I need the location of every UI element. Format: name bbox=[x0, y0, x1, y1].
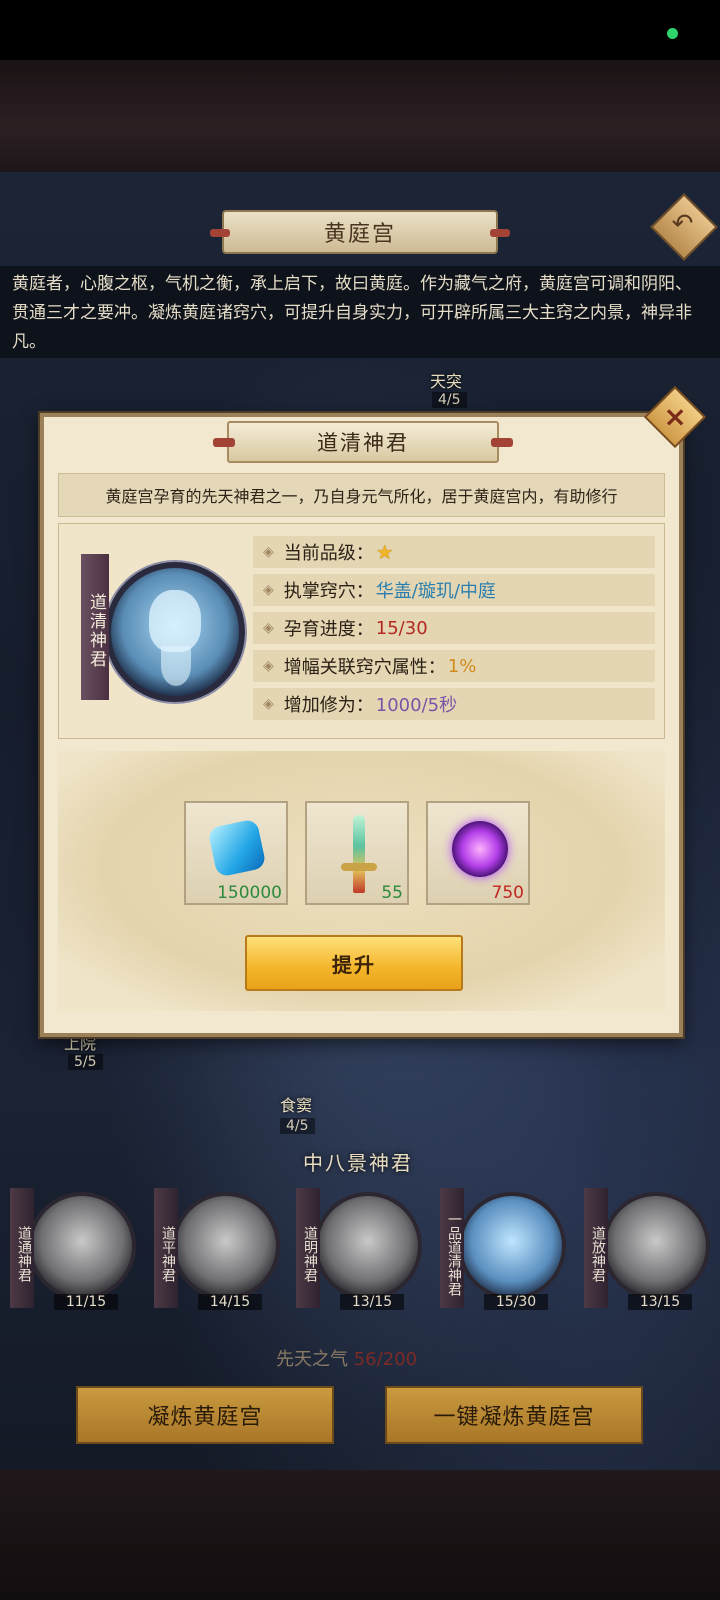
diamond-bullet-icon: ◈ bbox=[263, 620, 274, 636]
sage-portrait bbox=[458, 1192, 566, 1300]
cost-item[interactable]: 55 bbox=[305, 801, 409, 905]
sage-progress: 14/15 bbox=[198, 1294, 262, 1310]
status-bar bbox=[0, 0, 720, 60]
attr-label: 孕育进度： bbox=[283, 619, 374, 640]
qi-label: 先天之气 bbox=[276, 1349, 348, 1370]
diamond-bullet-icon: ◈ bbox=[263, 582, 274, 598]
attr-value: 1000/5秒 bbox=[375, 695, 458, 716]
attr-grade: ◈ 当前品级： ★ bbox=[253, 536, 655, 568]
attr-label: 执掌窍穴： bbox=[283, 581, 374, 602]
cost-amount: 750 bbox=[491, 883, 524, 903]
sage-card-selected[interactable]: 一品道清神君 15/30 bbox=[440, 1188, 568, 1312]
node-count: 5/5 bbox=[68, 1054, 103, 1070]
attr-cultivation: ◈ 增加修为： 1000/5秒 bbox=[253, 688, 655, 720]
blue-gem-icon bbox=[207, 818, 267, 878]
info-panel: 道清神君 ◈ 当前品级： ★ ◈ 执掌窍穴： 华盖/璇玑/中庭 ◈ 孕育进度： … bbox=[58, 523, 665, 739]
attr-label: 当前品级： bbox=[283, 543, 374, 564]
attr-acupoints: ◈ 执掌窍穴： 华盖/璇玑/中庭 bbox=[253, 574, 655, 606]
back-arrow-icon: ↶ bbox=[671, 209, 694, 240]
refine-all-button[interactable]: 一键凝炼黄庭宫 bbox=[385, 1386, 643, 1444]
attr-value: 15/30 bbox=[375, 617, 428, 639]
dialog-intro: 黄庭宫孕育的先天神君之一，乃自身元气所化，居于黄庭宫内，有助修行 bbox=[58, 473, 665, 517]
cost-amount: 150000 bbox=[217, 883, 282, 903]
sage-progress: 11/15 bbox=[54, 1294, 118, 1310]
sage-card[interactable]: 道放神君 13/15 bbox=[584, 1188, 712, 1312]
cost-item[interactable]: 150000 bbox=[184, 801, 288, 905]
sage-progress: 15/30 bbox=[484, 1294, 548, 1310]
sage-name: 道通神君 bbox=[10, 1188, 34, 1308]
diamond-bullet-icon: ◈ bbox=[263, 658, 274, 674]
sage-name: 一品道清神君 bbox=[440, 1188, 464, 1308]
sage-portrait bbox=[105, 562, 245, 702]
sage-card[interactable]: 道通神君 11/15 bbox=[10, 1188, 138, 1312]
sage-card[interactable]: 道平神君 14/15 bbox=[154, 1188, 282, 1312]
sage-detail-dialog: 道清神君 × 黄庭宫孕育的先天神君之一，乃自身元气所化，居于黄庭宫内，有助修行 … bbox=[40, 385, 707, 1037]
sage-name: 道平神君 bbox=[154, 1188, 178, 1308]
node-count: 4/5 bbox=[280, 1118, 315, 1134]
sage-portrait bbox=[28, 1192, 136, 1300]
attr-boost: ◈ 增幅关联窍穴属性： 1% bbox=[253, 650, 655, 682]
refine-button[interactable]: 凝炼黄庭宫 bbox=[76, 1386, 334, 1444]
dialog-title: 道清神君 bbox=[213, 421, 513, 463]
attr-value: 1% bbox=[447, 655, 477, 677]
close-icon: × bbox=[663, 399, 687, 433]
qi-value: 56/200 bbox=[353, 1349, 418, 1370]
cost-amount: 55 bbox=[381, 883, 403, 903]
star-icon: ★ bbox=[375, 540, 394, 564]
sage-name: 道明神君 bbox=[296, 1188, 320, 1308]
purple-orb-icon bbox=[452, 821, 508, 877]
sage-progress: 13/15 bbox=[628, 1294, 692, 1310]
node-count: 4/5 bbox=[432, 392, 467, 408]
sage-progress: 13/15 bbox=[340, 1294, 404, 1310]
node-label[interactable]: 天突 bbox=[430, 368, 462, 392]
status-indicator-dot bbox=[667, 28, 678, 39]
top-decoration bbox=[0, 60, 720, 172]
upgrade-button[interactable]: 提升 bbox=[245, 935, 463, 991]
attr-label: 增加修为： bbox=[283, 695, 374, 716]
sage-portrait bbox=[602, 1192, 710, 1300]
sage-card[interactable]: 道明神君 13/15 bbox=[296, 1188, 424, 1312]
page-description: 黄庭者，心腹之枢，气机之衡，承上启下，故曰黄庭。作为藏气之府，黄庭宫可调和阴阳、… bbox=[0, 266, 720, 358]
sword-icon bbox=[341, 815, 377, 893]
page-title: 黄庭宫 bbox=[210, 210, 510, 254]
attr-value: 华盖/璇玑/中庭 bbox=[375, 581, 496, 602]
sage-portrait bbox=[314, 1192, 422, 1300]
section-title: 中八景神君 bbox=[303, 1150, 413, 1175]
cost-item[interactable]: 750 bbox=[426, 801, 530, 905]
innate-qi-display: 先天之气 56/200 bbox=[276, 1345, 417, 1371]
attr-progress: ◈ 孕育进度： 15/30 bbox=[253, 612, 655, 644]
node-label[interactable]: 食窦 bbox=[280, 1092, 312, 1116]
bottom-decoration bbox=[0, 1470, 720, 1600]
attr-label: 增幅关联窍穴属性： bbox=[283, 657, 446, 678]
diamond-bullet-icon: ◈ bbox=[263, 696, 274, 712]
sage-name: 道放神君 bbox=[584, 1188, 608, 1308]
diamond-bullet-icon: ◈ bbox=[263, 544, 274, 560]
sage-name-tag: 道清神君 bbox=[81, 554, 109, 700]
sage-portrait bbox=[172, 1192, 280, 1300]
